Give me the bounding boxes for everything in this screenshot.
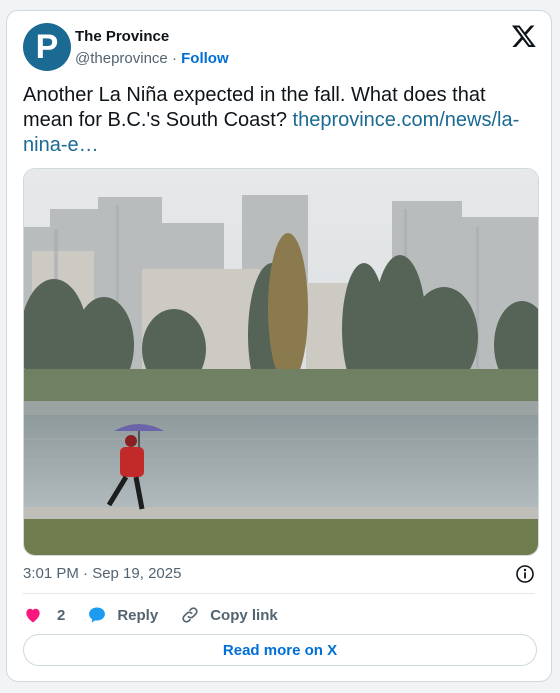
heart-icon	[26, 608, 40, 623]
separator: ·	[171, 50, 177, 67]
account-handle[interactable]: @theprovince	[75, 50, 168, 67]
post-image[interactable]	[23, 168, 539, 556]
info-icon[interactable]	[515, 564, 535, 584]
post-text: Another La Niña expected in the fall. Wh…	[23, 83, 528, 158]
like-count: 2	[57, 606, 66, 624]
copy-link-button[interactable]: Copy link	[180, 605, 278, 625]
account-name[interactable]: The Province	[75, 27, 229, 47]
tweet-card: P The Province @theprovince · Follow Ano…	[6, 10, 552, 682]
action-bar: 2 Reply Copy link	[23, 603, 300, 627]
rainy-waterfront-photo	[24, 169, 538, 555]
follow-button[interactable]: Follow	[181, 50, 229, 67]
x-logo-icon[interactable]	[511, 23, 537, 49]
avatar-letter: P	[35, 27, 59, 66]
read-more-button[interactable]: Read more on X	[23, 634, 537, 666]
timestamp[interactable]: 3:01 PM · Sep 19, 2025	[23, 565, 181, 582]
avatar[interactable]: P	[23, 23, 71, 71]
author-info: The Province @theprovince · Follow	[75, 27, 229, 69]
link-icon	[182, 607, 198, 623]
reply-button[interactable]: Reply	[87, 605, 158, 625]
handle-row: @theprovince · Follow	[75, 49, 229, 69]
copy-link-label: Copy link	[210, 606, 278, 624]
like-button[interactable]: 2	[23, 605, 65, 625]
reply-label: Reply	[117, 606, 159, 624]
speech-bubble-icon	[89, 607, 106, 623]
divider	[23, 593, 535, 594]
